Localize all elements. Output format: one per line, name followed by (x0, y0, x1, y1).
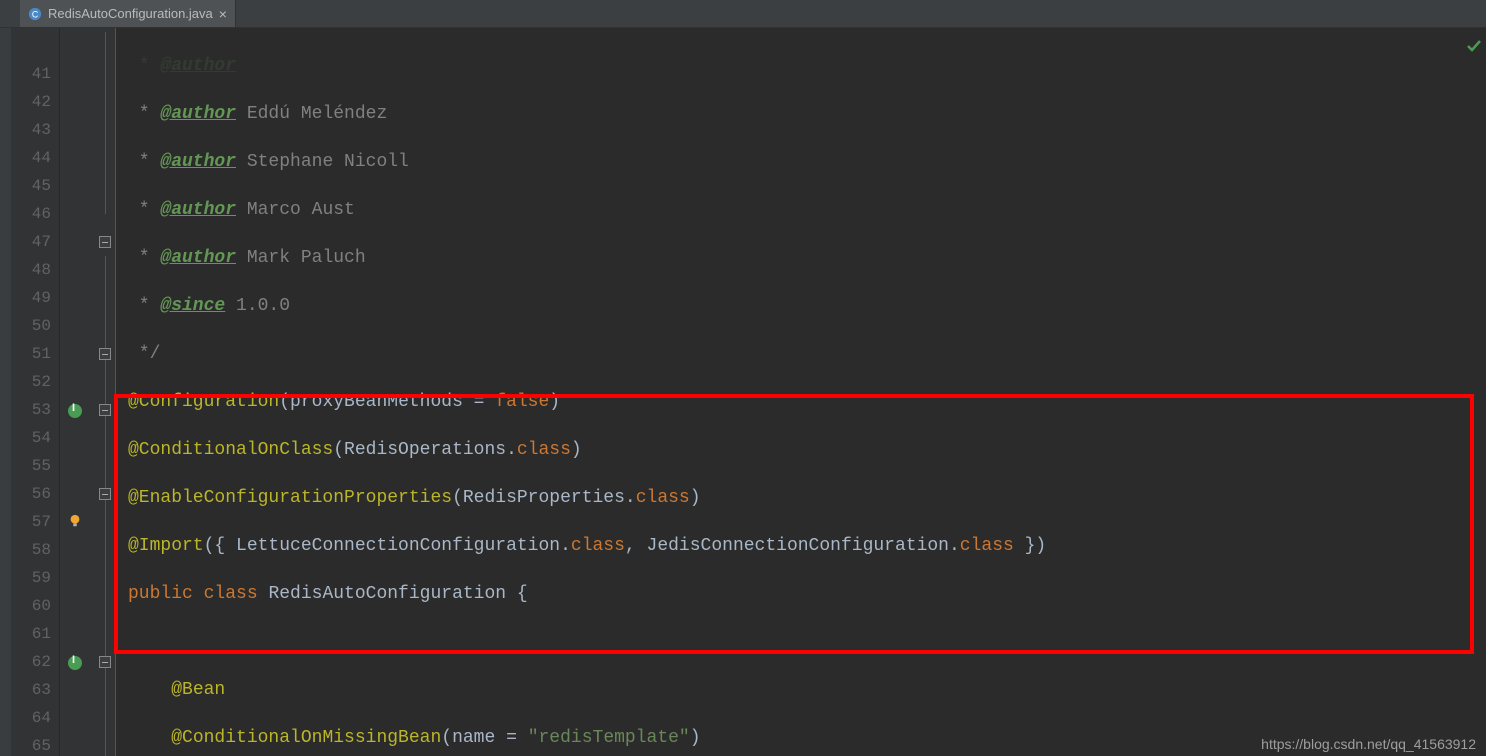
code-line[interactable]: @Bean (116, 676, 1486, 704)
code-line[interactable]: * @author Eddú Meléndez (116, 100, 1486, 128)
line-number: 57 (12, 508, 59, 536)
fold-toggle[interactable] (99, 488, 111, 500)
line-number: 48 (12, 256, 59, 284)
line-number: 53 (12, 396, 59, 424)
line-number: 49 (12, 284, 59, 312)
intention-bulb-icon[interactable] (68, 514, 82, 528)
line-number: 42 (12, 88, 59, 116)
code-line[interactable]: * @author Stephane Nicoll (116, 148, 1486, 176)
line-number: 63 (12, 676, 59, 704)
implements-marker-icon[interactable] (68, 656, 82, 670)
editor: 41 42 43 44 45 46 47 48 49 50 51 52 53 5… (0, 28, 1486, 756)
line-number: 47 (12, 228, 59, 256)
code-line[interactable]: * @author Marco Aust (116, 196, 1486, 224)
code-area[interactable]: * @author * @author Eddú Meléndez * @aut… (116, 28, 1486, 756)
line-number: 54 (12, 424, 59, 452)
line-number: 58 (12, 536, 59, 564)
left-rail (0, 28, 12, 756)
code-line[interactable]: * @author Mark Paluch (116, 244, 1486, 272)
code-line[interactable]: public class RedisAutoConfiguration { (116, 580, 1486, 608)
fold-toggle[interactable] (99, 656, 111, 668)
line-number: 60 (12, 592, 59, 620)
line-number: 43 (12, 116, 59, 144)
close-icon[interactable]: × (219, 6, 227, 22)
fold-toggle[interactable] (99, 236, 111, 248)
line-number: 52 (12, 368, 59, 396)
gutter: 41 42 43 44 45 46 47 48 49 50 51 52 53 5… (12, 28, 60, 756)
tab-file[interactable]: C RedisAutoConfiguration.java × (20, 0, 236, 27)
line-number: 50 (12, 312, 59, 340)
line-number: 64 (12, 704, 59, 732)
line-number: 45 (12, 172, 59, 200)
tab-filename: RedisAutoConfiguration.java (48, 6, 213, 21)
line-number: 62 (12, 648, 59, 676)
line-number: 41 (12, 60, 59, 88)
line-number: 46 (12, 200, 59, 228)
code-line[interactable] (116, 628, 1486, 656)
watermark: https://blog.csdn.net/qq_41563912 (1261, 736, 1476, 752)
code-line[interactable]: @Import({ LettuceConnectionConfiguration… (116, 532, 1486, 560)
line-number: 65 (12, 732, 59, 756)
java-class-icon: C (28, 7, 42, 21)
fold-toggle[interactable] (99, 348, 111, 360)
line-number: 61 (12, 620, 59, 648)
analysis-ok-icon[interactable] (1466, 38, 1482, 54)
code-line[interactable]: * @since 1.0.0 (116, 292, 1486, 320)
line-number: 51 (12, 340, 59, 368)
tab-bar: C RedisAutoConfiguration.java × (0, 0, 1486, 28)
code-line[interactable]: */ (116, 340, 1486, 368)
fold-strip (96, 28, 116, 756)
code-line[interactable]: @ConditionalOnClass(RedisOperations.clas… (116, 436, 1486, 464)
code-line[interactable]: @Configuration(proxyBeanMethods = false) (116, 388, 1486, 416)
line-number: 55 (12, 452, 59, 480)
marker-strip (60, 28, 96, 756)
code-line[interactable]: * @author (116, 52, 1486, 80)
line-number (12, 32, 59, 60)
code-line[interactable]: @EnableConfigurationProperties(RedisProp… (116, 484, 1486, 512)
svg-text:C: C (32, 9, 38, 19)
line-number: 44 (12, 144, 59, 172)
line-number: 59 (12, 564, 59, 592)
fold-toggle[interactable] (99, 404, 111, 416)
implements-marker-icon[interactable] (68, 404, 82, 418)
line-number: 56 (12, 480, 59, 508)
